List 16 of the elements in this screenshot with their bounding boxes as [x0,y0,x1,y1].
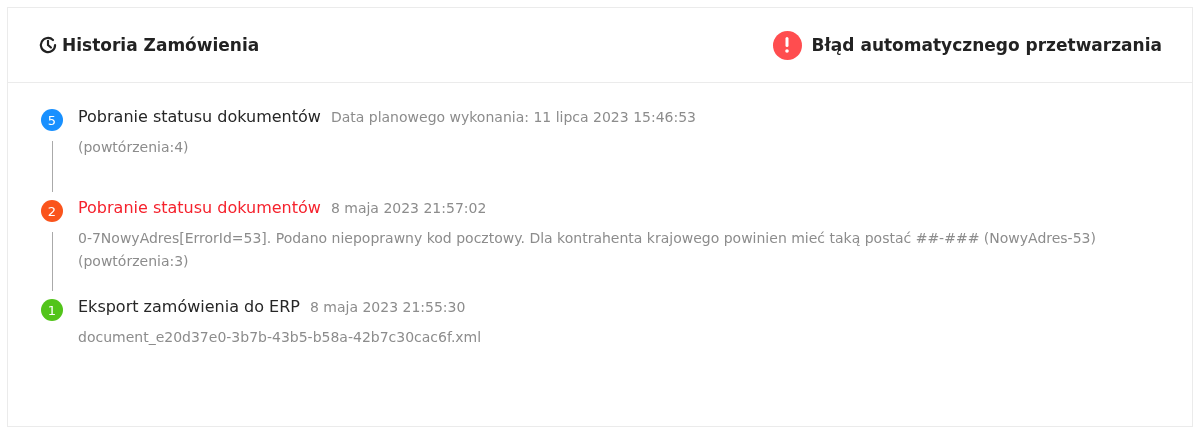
step-date: Data planowego wykonania: 11 lipca 2023 15:46:53 [330,109,696,125]
step-description: document_e20d37e0-3b7b-43b5-b58a-42b7c30cac6f.xml [78,328,483,347]
step-date: 8 maja 2023 21:57:02 [330,200,487,216]
step-description: (powtórzenia:4) [78,138,190,157]
step-title: Eksport zamówienia do ERP [78,297,300,316]
panel-title: Historia Zamówienia [62,35,260,55]
step-number: 1 [41,299,63,321]
step-number: 5 [41,109,63,131]
step-title: Pobranie statusu dokumentów [78,107,321,126]
status-text: Błąd automatycznego przetwarzania [811,35,1162,55]
history-icon [38,35,58,55]
step-title: Pobranie statusu dokumentów [78,198,321,217]
error-icon [772,30,802,60]
step-date: 8 maja 2023 21:55:30 [309,299,466,315]
step-description: 0-7NowyAdres[ErrorId=53]. Podano niepoprawny kod pocztowy. Dla kontrahenta krajowego powinien mieć taką postać ##-### (NowyAdres-53) (powtórzenia:3) [78,229,1097,271]
step-number: 2 [41,200,63,222]
